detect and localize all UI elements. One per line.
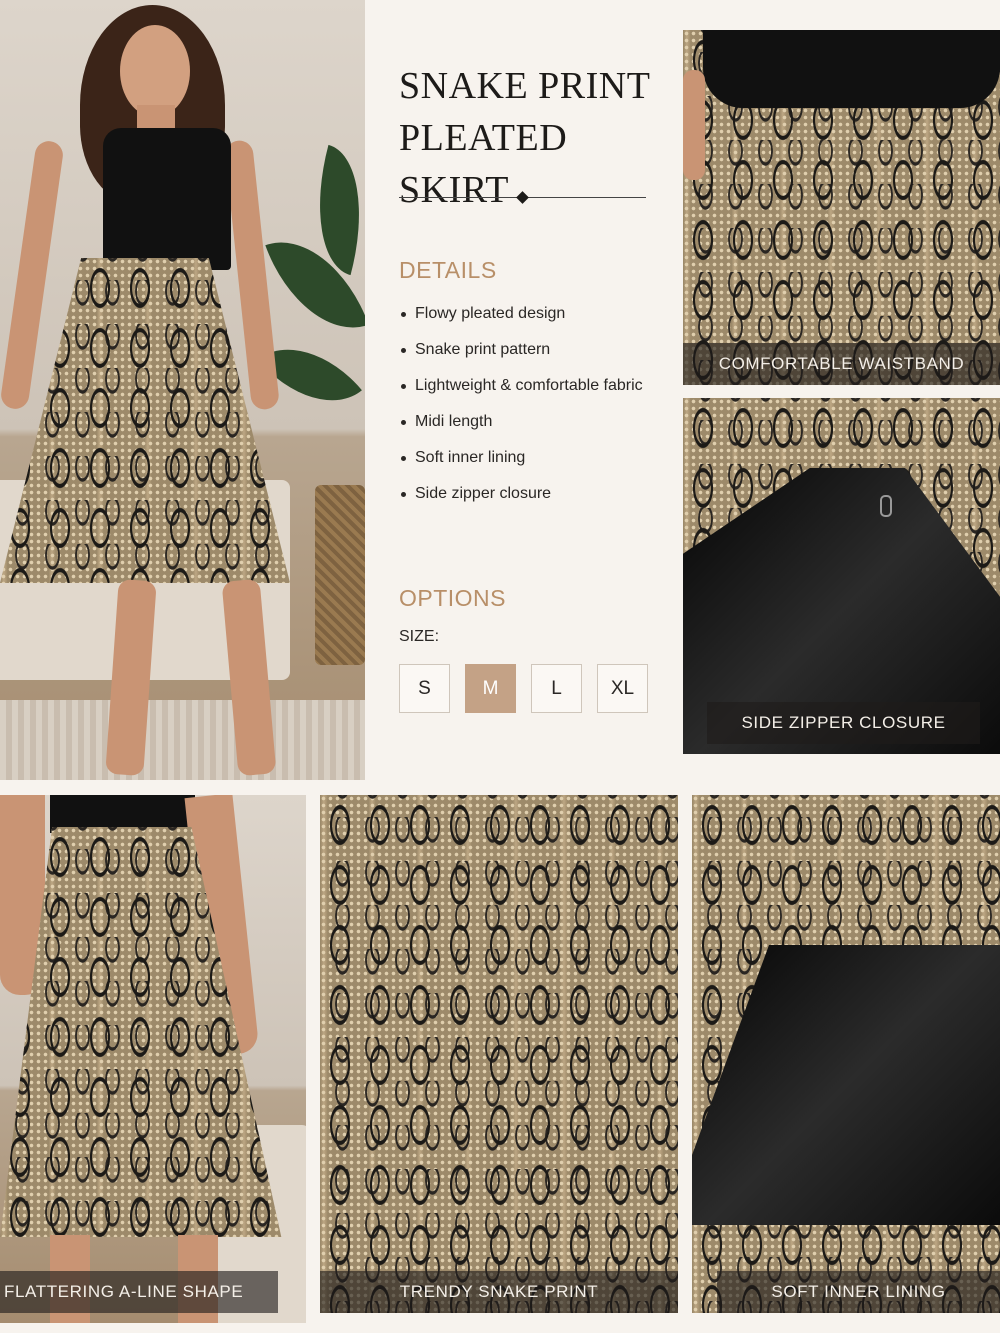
aline-photo: FLATTERING A-LINE SHAPE [0,795,306,1323]
detail-item: Lightweight & comfortable fabric [399,372,669,400]
size-option-xl[interactable]: XL [597,664,648,713]
details-heading: DETAILS [399,257,497,283]
options-heading: OPTIONS [399,585,507,611]
title-line-2: PLEATED SKIRT [399,117,568,211]
waistband-caption: COMFORTABLE WAISTBAND [683,343,1000,385]
size-option-l[interactable]: L [531,664,582,713]
product-info-panel: SNAKE PRINT PLEATED SKIRT DETAILS Flowy … [365,0,683,780]
zipper-caption: SIDE ZIPPER CLOSURE [707,702,980,744]
detail-item: Flowy pleated design [399,300,669,328]
product-title: SNAKE PRINT PLEATED SKIRT [399,60,679,216]
model-photo [0,0,365,780]
print-photo: TRENDY SNAKE PRINT [320,795,678,1313]
waistband-photo: COMFORTABLE WAISTBAND [683,30,1000,385]
size-label: SIZE: [399,628,440,645]
plant-basket [315,485,365,665]
detail-item: Snake print pattern [399,336,669,364]
title-line-1: SNAKE PRINT [399,65,651,107]
lining-photo: SOFT INNER LINING [692,795,1000,1313]
rug [0,700,365,780]
zipper-photo: SIDE ZIPPER CLOSURE [683,398,1000,754]
hand [683,70,705,180]
model-face [120,25,190,117]
size-option-m[interactable]: M [465,664,516,713]
inner-lining [692,945,1000,1225]
size-selector: S M L XL [399,664,648,713]
black-top-detail [703,30,1000,108]
details-list: Flowy pleated design Snake print pattern… [399,300,669,516]
lining-caption: SOFT INNER LINING [717,1271,1000,1313]
detail-item: Side zipper closure [399,480,669,508]
detail-item: Midi length [399,408,669,436]
aline-caption: FLATTERING A-LINE SHAPE [0,1271,278,1313]
detail-item: Soft inner lining [399,444,669,472]
zipper-pull-icon [880,495,892,517]
print-caption: TRENDY SNAKE PRINT [320,1271,678,1313]
size-option-s[interactable]: S [399,664,450,713]
black-tank-top [103,128,231,270]
